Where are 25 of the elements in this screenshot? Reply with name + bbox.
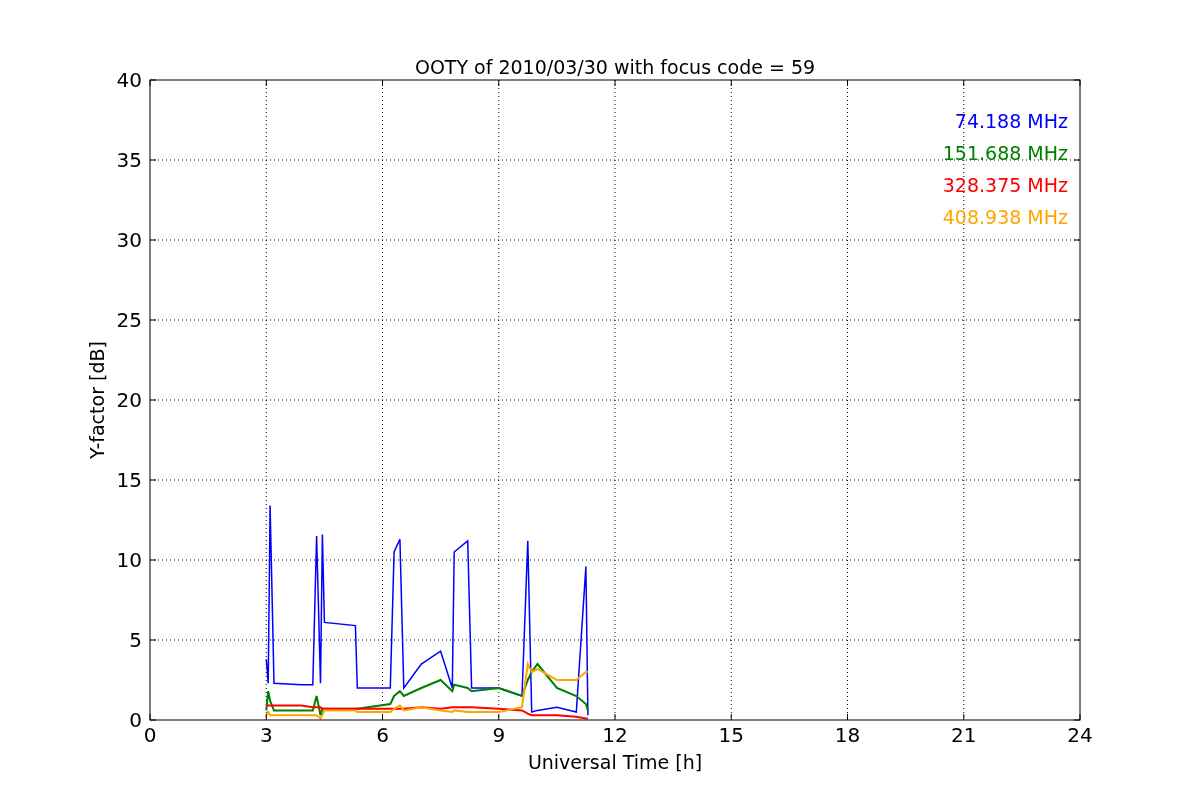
x-tick-label: 21 xyxy=(951,723,977,747)
chart-title: OOTY of 2010/03/30 with focus code = 59 xyxy=(414,56,816,78)
x-tick-label: 9 xyxy=(492,723,506,747)
x-tick-label: 6 xyxy=(376,723,389,747)
x-tick-label: 12 xyxy=(602,723,628,747)
y-tick-label: 30 xyxy=(116,228,142,252)
x-tick-label: 0 xyxy=(143,723,157,747)
x-tick-label: 15 xyxy=(718,723,744,747)
y-tick-label: 10 xyxy=(116,548,142,572)
x-tick-label: 3 xyxy=(259,723,273,747)
y-tick-label: 35 xyxy=(116,148,142,172)
legend-label: 328.375 MHz xyxy=(942,174,1068,196)
y-tick-label: 0 xyxy=(129,708,142,732)
x-tick-label: 24 xyxy=(1067,723,1093,747)
y-tick-label: 25 xyxy=(116,308,142,332)
legend-label: 151.688 MHz xyxy=(942,142,1068,164)
y-tick-label: 20 xyxy=(116,388,142,412)
legend-label: 74.188 MHz xyxy=(954,110,1068,132)
y-tick-label: 5 xyxy=(129,628,142,652)
x-axis-label: Universal Time [h] xyxy=(527,751,703,773)
y-axis-label: Y-factor [dB] xyxy=(86,341,108,459)
legend-label: 408.938 MHz xyxy=(942,206,1068,228)
x-tick-label: 18 xyxy=(834,723,861,747)
y-tick-label: 40 xyxy=(116,68,142,92)
y-tick-label: 15 xyxy=(116,468,142,492)
